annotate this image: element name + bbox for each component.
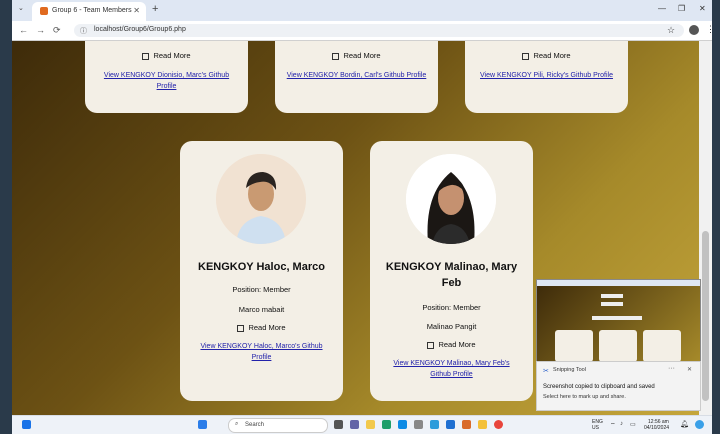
- widgets-icon[interactable]: [22, 420, 31, 429]
- close-notification-icon[interactable]: ✕: [687, 366, 692, 373]
- scissors-icon: ✂: [543, 368, 549, 375]
- github-profile-link[interactable]: View KENGKOY Dionisio, Marc's Github Pro…: [95, 70, 238, 92]
- read-more-checkbox[interactable]: Read More: [180, 323, 343, 332]
- site-info-icon[interactable]: ⓘ: [80, 26, 87, 36]
- read-more-checkbox[interactable]: Read More: [275, 51, 438, 60]
- bookmark-star-icon[interactable]: ☆: [667, 25, 675, 36]
- minimize-button[interactable]: —: [658, 4, 666, 13]
- member-card: KENGKOY Haloc, Marco Position: Member Ma…: [180, 141, 343, 401]
- file-explorer-icon[interactable]: [366, 420, 375, 429]
- member-position: Position: Member: [422, 303, 481, 312]
- wifi-icon[interactable]: ⌔: [610, 421, 616, 429]
- screenshot-preview[interactable]: [536, 279, 701, 363]
- notification-app-name: Snipping Tool: [553, 367, 586, 373]
- tab-search-chevron-icon[interactable]: ⌄: [18, 4, 24, 12]
- battery-icon[interactable]: ▭: [630, 421, 636, 428]
- profile-avatar[interactable]: [689, 25, 699, 35]
- chrome-icon[interactable]: [494, 420, 503, 429]
- notification-body: Select here to mark up and share.: [543, 394, 626, 400]
- member-name: KENGKOY Malinao, Mary Feb: [385, 261, 518, 289]
- member-photo: [216, 154, 306, 244]
- xampp-icon[interactable]: [462, 420, 471, 429]
- teams-icon[interactable]: [350, 420, 359, 429]
- menu-kebab-icon[interactable]: ⋮: [706, 24, 715, 35]
- member-name: KENGKOY Haloc, Marco: [198, 261, 325, 273]
- taskbar-search[interactable]: ⌕ Search: [228, 418, 328, 433]
- url-text: localhost/Group6/Group6.php: [94, 26, 186, 33]
- task-view-icon[interactable]: [334, 420, 343, 429]
- favicon-icon: [40, 7, 48, 15]
- search-label: Search: [245, 422, 265, 428]
- github-profile-link[interactable]: View KENGKOY Malinao, Mary Feb's Github …: [384, 358, 519, 380]
- url-field[interactable]: ⓘ localhost/Group6/Group6.php: [74, 24, 684, 37]
- member-card: Read More View KENGKOY Dionisio, Marc's …: [85, 41, 248, 113]
- notification-title: Screenshot copied to clipboard and saved: [543, 384, 655, 390]
- volume-icon[interactable]: ♪: [620, 421, 623, 427]
- member-card: Read More View KENGKOY Pili, Ricky's Git…: [465, 41, 628, 113]
- edge-icon[interactable]: [398, 420, 407, 429]
- member-card: KENGKOY Malinao, Mary Feb Position: Memb…: [370, 141, 533, 401]
- read-more-checkbox[interactable]: Read More: [465, 51, 628, 60]
- github-profile-link[interactable]: View KENGKOY Bordin, Carl's Github Profi…: [285, 70, 428, 81]
- member-quote: Malinao Pangit: [426, 322, 477, 331]
- lang-bottom[interactable]: US: [592, 425, 599, 431]
- new-tab-button[interactable]: +: [152, 3, 158, 15]
- github-profile-link[interactable]: View KENGKOY Haloc, Marco's Github Profi…: [194, 341, 329, 363]
- back-icon[interactable]: ←: [19, 25, 28, 35]
- vscode-icon[interactable]: [446, 420, 455, 429]
- close-window-button[interactable]: ✕: [699, 4, 706, 13]
- tab-title: Group 6 - Team Members: [52, 7, 132, 14]
- snipping-notification[interactable]: ✂ Snipping Tool ··· ✕ Screenshot copied …: [536, 361, 701, 411]
- notification-bell-icon[interactable]: 🔔︎: [680, 420, 689, 428]
- reload-icon[interactable]: ⟳: [53, 25, 61, 36]
- forward-icon[interactable]: →: [36, 25, 45, 35]
- member-photo: [406, 154, 496, 244]
- scrollbar-thumb[interactable]: [702, 231, 709, 401]
- app-icon[interactable]: [382, 420, 391, 429]
- more-options-icon[interactable]: ···: [668, 365, 675, 372]
- app-icon[interactable]: [478, 420, 487, 429]
- app-icon[interactable]: [414, 420, 423, 429]
- member-card: Read More View KENGKOY Bordin, Carl's Gi…: [275, 41, 438, 113]
- maximize-button[interactable]: ❐: [678, 4, 685, 13]
- tab-group6[interactable]: Group 6 - Team Members ✕: [32, 2, 146, 21]
- address-bar: ← → ⟳ ⓘ localhost/Group6/Group6.php ☆ ⋮: [12, 21, 715, 41]
- app-icon[interactable]: [430, 420, 439, 429]
- taskbar: ⌕ Search ENG US ⌔ ♪ ▭ 12:56 am 04/10/202…: [12, 415, 712, 434]
- read-more-checkbox[interactable]: Read More: [85, 51, 248, 60]
- windows-start-icon[interactable]: [198, 420, 207, 429]
- tab-strip: ⌄ Group 6 - Team Members ✕ + — ❐ ✕: [12, 0, 712, 21]
- member-position: Position: Member: [232, 285, 291, 294]
- close-tab-icon[interactable]: ✕: [133, 6, 140, 15]
- copilot-icon[interactable]: [695, 420, 704, 429]
- member-quote: Marco mabait: [238, 305, 285, 314]
- search-icon: ⌕: [235, 421, 239, 427]
- read-more-checkbox[interactable]: Read More: [370, 340, 533, 349]
- github-profile-link[interactable]: View KENGKOY Pili, Ricky's Github Profil…: [475, 70, 618, 81]
- clock-date[interactable]: 04/10/2024: [644, 425, 669, 431]
